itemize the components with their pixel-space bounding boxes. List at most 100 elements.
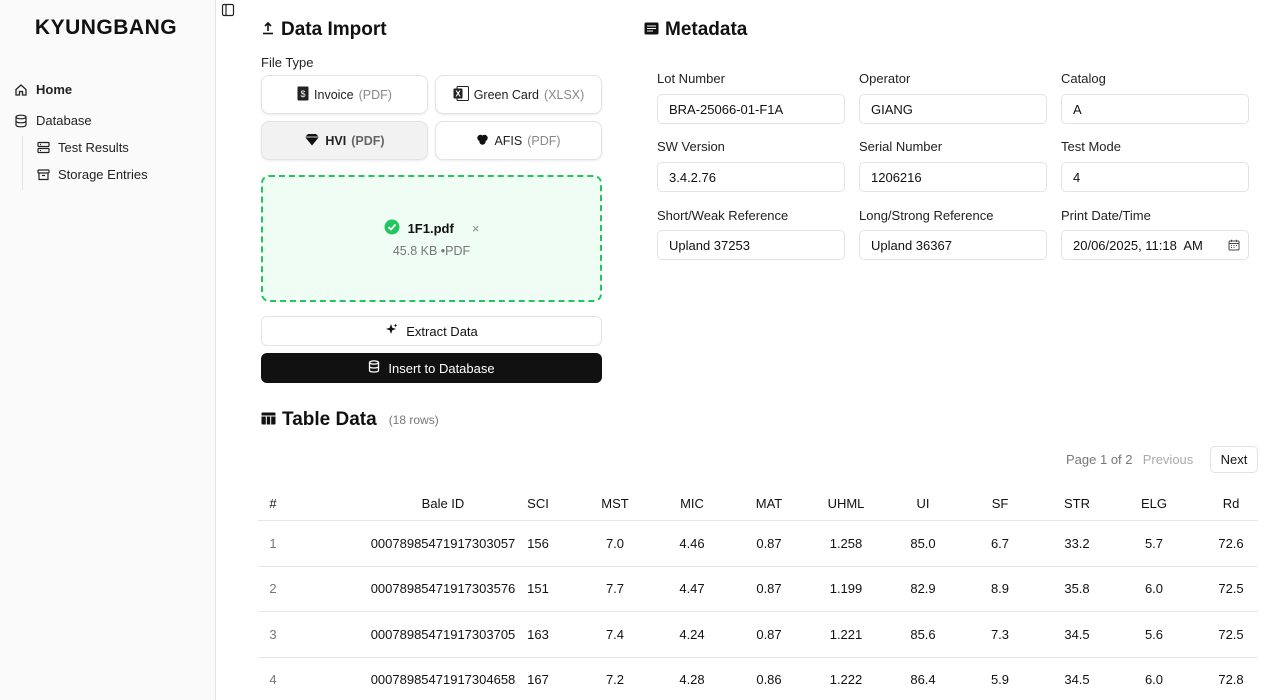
file-type-hvi-button[interactable]: HVI (PDF) (261, 121, 428, 160)
excel-icon: X (453, 85, 469, 104)
column-header-mat: MAT (755, 496, 783, 511)
table-row: 2 00078985471917303576 151 7.7 4.47 0.87 1.199… (258, 567, 1258, 612)
cell-index: 4 (269, 672, 277, 688)
lot-number-label: Lot Number (657, 71, 725, 86)
column-header-mic: MIC (680, 496, 704, 511)
sidebar-item-label: Database (36, 113, 92, 128)
cell-uhml: 1.221 (829, 626, 863, 642)
invoice-icon: $ (297, 86, 309, 104)
column-header-uhml: UHML (827, 496, 865, 511)
row-count: (18 rows) (388, 413, 439, 427)
upload-icon (261, 19, 275, 41)
cell-ui: 82.9 (910, 581, 936, 597)
file-type-green-card-button[interactable]: X Green Card (XLSX) (435, 75, 602, 114)
cell-mic: 4.47 (679, 581, 705, 597)
catalog-field[interactable]: A (1061, 94, 1249, 124)
print-date-time-value: 20/06/2025, 11:18 AM (1073, 237, 1203, 253)
file-dropzone[interactable]: 1F1.pdf × 45.8 KB •PDF (261, 175, 602, 302)
long-strong-reference-field[interactable]: Upland 36367 (859, 230, 1047, 260)
server-icon (36, 141, 50, 155)
sidebar-toggle-icon[interactable] (221, 3, 235, 17)
print-date-time-field[interactable]: 20/06/2025, 11:18 AM (1061, 230, 1249, 260)
insert-to-database-button[interactable]: Insert to Database (261, 353, 602, 383)
operator-label: Operator (859, 71, 911, 86)
sidebar: KYUNGBANG Home Database Test Results Sto… (0, 0, 216, 700)
sidebar-item-storage-entries[interactable]: Storage Entries (36, 167, 148, 182)
cell-ui: 85.0 (910, 535, 936, 551)
sidebar-item-test-results[interactable]: Test Results (36, 140, 129, 155)
catalog-label: Catalog (1061, 71, 1106, 86)
cell-sf: 7.3 (990, 626, 1010, 642)
cell-elg: 5.7 (1144, 535, 1164, 551)
cell-mst: 7.2 (605, 672, 625, 688)
cell-mat: 0.87 (756, 626, 782, 642)
cell-sci: 163 (527, 626, 549, 642)
cell-mat: 0.87 (756, 535, 782, 551)
previous-page-button[interactable]: Previous (1134, 446, 1202, 473)
cell-sf: 6.7 (990, 535, 1010, 551)
metadata-heading: Metadata (644, 19, 747, 41)
cell-elg: 5.6 (1144, 626, 1164, 642)
file-name: 1F1.pdf (407, 221, 454, 236)
print-date-time-label: Print Date/Time (1061, 208, 1151, 223)
cell-rd: 72.5 (1218, 581, 1244, 597)
database-icon (368, 360, 380, 376)
diamond-icon (304, 133, 320, 149)
archive-icon (36, 168, 50, 182)
cell-sf: 5.9 (990, 672, 1010, 688)
test-mode-field[interactable]: 4 (1061, 162, 1249, 192)
sidebar-item-database[interactable]: Database (14, 113, 92, 128)
check-circle-icon (384, 219, 400, 238)
sidebar-item-label: Test Results (58, 140, 129, 155)
cell-rd: 72.6 (1218, 535, 1244, 551)
cell-str: 35.8 (1064, 581, 1090, 597)
sw-version-field[interactable]: 3.4.2.76 (657, 162, 845, 192)
next-page-button[interactable]: Next (1210, 446, 1258, 473)
cell-index: 3 (269, 626, 277, 642)
file-type-afis-button[interactable]: AFIS (PDF) (435, 121, 602, 160)
cell-str: 34.5 (1064, 626, 1090, 642)
cell-sci: 156 (527, 535, 549, 551)
cell-rd: 72.5 (1218, 626, 1244, 642)
cell-uhml: 1.199 (829, 581, 863, 597)
uploaded-file: 1F1.pdf × (263, 219, 600, 238)
lot-number-field[interactable]: BRA-25066-01-F1A (657, 94, 845, 124)
serial-number-field[interactable]: 1206216 (859, 162, 1047, 192)
short-weak-reference-field[interactable]: Upland 37253 (657, 230, 845, 260)
file-meta: 45.8 KB •PDF (392, 244, 471, 258)
sidebar-item-home[interactable]: Home (14, 82, 72, 97)
cell-index: 2 (269, 581, 277, 597)
cell-elg: 6.0 (1144, 672, 1164, 688)
cell-rd: 72.8 (1218, 672, 1244, 688)
cell-mic: 4.46 (679, 535, 705, 551)
page-info: Page 1 of 2 (1066, 452, 1133, 467)
cell-elg: 6.0 (1144, 581, 1164, 597)
calendar-icon[interactable] (1228, 239, 1240, 251)
database-icon (14, 114, 28, 128)
table-row: 4 00078985471917304658 167 7.2 4.28 0.86 1.222… (258, 658, 1258, 700)
cell-str: 34.5 (1064, 672, 1090, 688)
cell-sf: 8.9 (990, 581, 1010, 597)
table-row: 3 00078985471917303705 163 7.4 4.24 0.87 1.221… (258, 612, 1258, 658)
column-header-sci: SCI (527, 496, 549, 511)
cell-ui: 86.4 (910, 672, 936, 688)
cell-mst: 7.7 (605, 581, 625, 597)
column-header-sf: SF (991, 496, 1009, 511)
cell-mat: 0.86 (756, 672, 782, 688)
submenu-divider (22, 136, 23, 190)
cotton-icon (476, 133, 489, 149)
cell-index: 1 (269, 535, 277, 551)
cell-sci: 167 (527, 672, 549, 688)
remove-file-icon[interactable]: × (472, 221, 480, 236)
table-header-row: # Bale ID SCI MST MIC MAT UHML UI SF STR ELG Rd (258, 487, 1258, 521)
svg-text:$: $ (301, 89, 306, 99)
file-type-invoice-button[interactable]: $ Invoice (PDF) (261, 75, 428, 114)
data-import-heading: Data Import (261, 19, 387, 41)
cell-uhml: 1.258 (829, 535, 863, 551)
extract-data-button[interactable]: Extract Data (261, 316, 602, 346)
sparkles-icon (385, 323, 398, 339)
serial-number-label: Serial Number (859, 139, 943, 154)
table-row: 1 00078985471917303057 156 7.0 4.46 0.87 1.258… (258, 521, 1258, 567)
operator-field[interactable]: GIANG (859, 94, 1047, 124)
document-icon (644, 19, 659, 41)
